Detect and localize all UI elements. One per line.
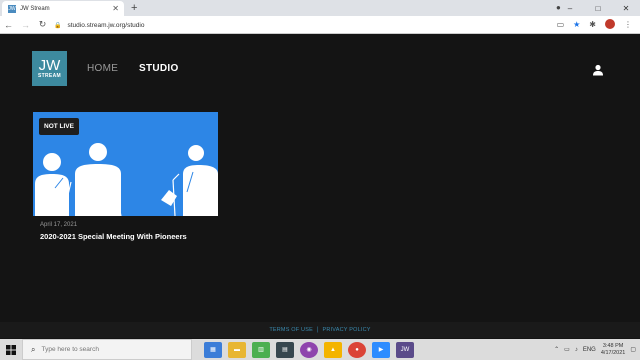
toolbar-icons: ▭ ★ ✱ ⋮ (557, 19, 632, 29)
chrome-icon[interactable]: ● (348, 341, 366, 358)
maximize-button[interactable]: □ (584, 4, 612, 13)
browser-tab-strip: JW JW Stream ✕ + ● – □ ✕ (0, 0, 640, 16)
bookmark-star-icon[interactable]: ★ (573, 20, 580, 29)
program-title[interactable]: 2020-2021 Special Meeting With Pioneers (40, 232, 187, 241)
footer-separator: | (316, 327, 319, 333)
menu-kebab-icon[interactable]: ⋮ (624, 20, 632, 29)
windows-start-button[interactable] (0, 339, 22, 360)
taskbar-apps: ▦ ▬ ▥ ▤ ◉ ▲ ● ▶ JW (204, 341, 414, 358)
windows-logo-icon (6, 344, 16, 355)
jw-favicon-icon: JW (8, 4, 16, 13)
privacy-policy-link[interactable]: PRIVACY POLICY (323, 327, 371, 333)
address-bar[interactable]: 🔒 studio.stream.jw.org/studio (54, 19, 584, 31)
system-tray: ⌃ ▭ ♪ ENG 3:48 PM 4/17/2021 ▢ (554, 339, 640, 360)
task-view-icon[interactable]: ▦ (204, 341, 222, 358)
url-text[interactable]: studio.stream.jw.org/studio (67, 22, 144, 29)
logo-stream-text: STREAM (38, 73, 61, 79)
tab-title: JW Stream (20, 5, 50, 12)
program-thumbnail[interactable]: NOT LIVE (33, 112, 218, 216)
nav-studio[interactable]: STUDIO (139, 63, 179, 74)
network-icon[interactable]: ▭ (564, 346, 570, 353)
not-live-badge: NOT LIVE (39, 118, 79, 135)
search-icon: ⌕ (31, 344, 36, 354)
tab-close-icon[interactable]: ✕ (112, 4, 119, 13)
language-indicator[interactable]: ENG (583, 347, 596, 353)
program-date: April 17, 2021 (40, 222, 78, 228)
google-drive-icon[interactable]: ▲ (324, 341, 342, 358)
taskbar-clock[interactable]: 3:48 PM 4/17/2021 (601, 343, 625, 357)
windows-taskbar: ⌕ ▦ ▬ ▥ ▤ ◉ ▲ ● ▶ JW ⌃ ▭ ♪ ENG 3:48 PM 4… (0, 339, 640, 360)
cast-icon[interactable]: ▭ (557, 20, 565, 29)
window-controls: – □ ✕ (556, 0, 640, 16)
jw-stream-logo[interactable]: JW STREAM (32, 51, 67, 86)
profile-avatar[interactable] (605, 19, 615, 29)
clock-time: 3:48 PM (602, 342, 624, 349)
close-window-button[interactable]: ✕ (612, 4, 640, 13)
user-account-icon[interactable] (592, 64, 604, 76)
messenger-icon[interactable]: ◉ (300, 341, 318, 358)
app-dark-icon[interactable]: ▤ (276, 341, 294, 358)
extensions-icon[interactable]: ✱ (589, 20, 596, 29)
taskbar-search-input[interactable] (41, 346, 191, 353)
tray-chevron-icon[interactable]: ⌃ (554, 346, 559, 353)
nav-home[interactable]: HOME (87, 63, 118, 74)
jw-app-icon[interactable]: JW (396, 341, 414, 358)
forward-icon[interactable]: → (17, 20, 34, 30)
back-icon[interactable]: ← (0, 20, 17, 30)
lock-icon[interactable]: 🔒 (54, 22, 61, 29)
reload-icon[interactable]: ↻ (34, 19, 51, 30)
browser-toolbar: ← → ↻ 🔒 studio.stream.jw.org/studio ▭ ★ … (0, 16, 640, 34)
app-green-icon[interactable]: ▥ (252, 341, 270, 358)
page-footer: TERMS OF USE | PRIVACY POLICY (0, 322, 640, 338)
minimize-button[interactable]: – (556, 4, 584, 13)
logo-jw-text: JW (38, 57, 61, 74)
new-tab-button[interactable]: + (131, 2, 137, 14)
terms-of-use-link[interactable]: TERMS OF USE (269, 327, 313, 333)
taskbar-search[interactable]: ⌕ (22, 339, 192, 360)
volume-icon[interactable]: ♪ (575, 347, 578, 353)
zoom-icon[interactable]: ▶ (372, 341, 390, 358)
file-explorer-icon[interactable]: ▬ (228, 341, 246, 358)
clock-date: 4/17/2021 (600, 349, 626, 356)
jw-stream-app: JW STREAM HOME STUDIO NOT LIVE April 17,… (0, 34, 640, 322)
browser-tab[interactable]: JW JW Stream ✕ (2, 1, 124, 16)
notifications-icon[interactable]: ▢ (630, 346, 636, 353)
